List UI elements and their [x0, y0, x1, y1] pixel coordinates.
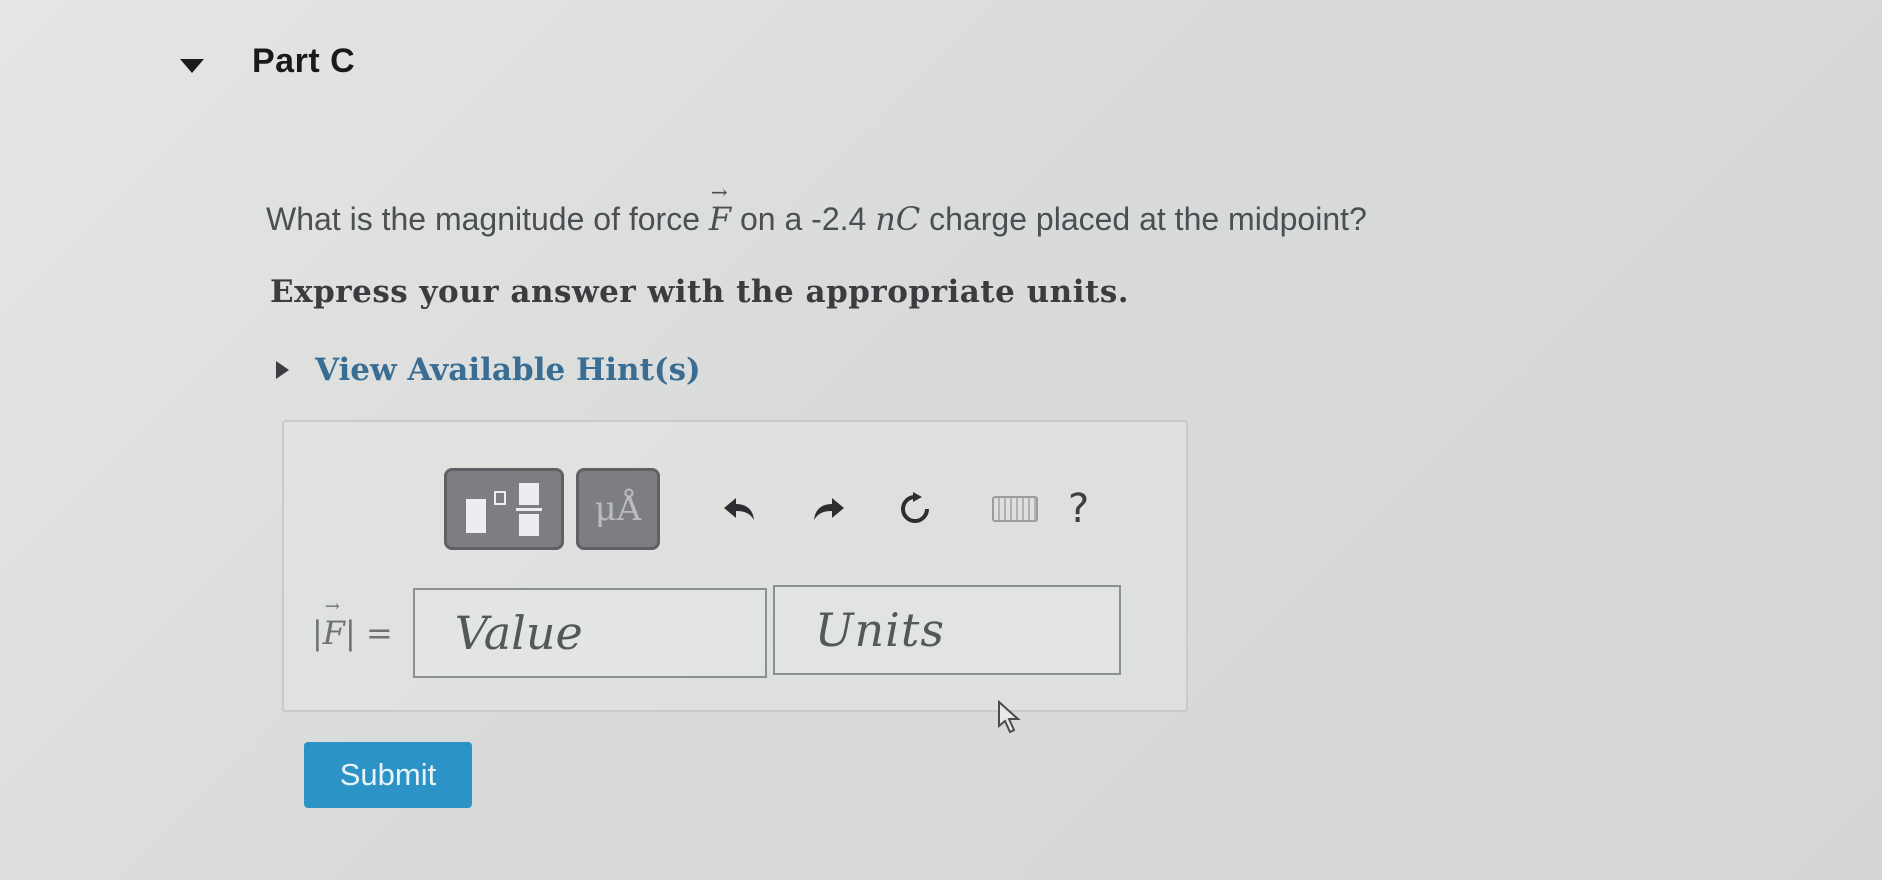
redo-icon[interactable] — [810, 494, 846, 524]
collapse-triangle-icon[interactable] — [180, 58, 204, 73]
question-suffix: charge placed at the midpoint? — [920, 201, 1367, 237]
question-middle: on a -2.4 — [731, 201, 876, 237]
submit-button[interactable]: Submit — [304, 742, 472, 808]
variable-label: |F| = — [312, 596, 393, 652]
force-vector-symbol: F — [709, 180, 731, 238]
units-button[interactable]: μÅ — [576, 468, 660, 550]
math-toolbar: μÅ ? — [444, 468, 1089, 550]
answer-input-row: |F| = — [312, 585, 1121, 678]
mouse-pointer-icon — [996, 699, 1026, 741]
expand-triangle-icon[interactable] — [276, 361, 289, 379]
reset-icon[interactable] — [898, 492, 932, 526]
question-prefix: What is the magnitude of force — [266, 201, 709, 237]
part-title: Part C — [252, 42, 356, 80]
units-button-label: μÅ — [594, 489, 642, 529]
undo-icon[interactable] — [722, 494, 758, 524]
equals-sign: = — [365, 614, 393, 652]
value-input[interactable] — [412, 588, 767, 678]
view-hints-link[interactable]: View Available Hint(s) — [315, 352, 701, 388]
answer-instruction: Express your answer with the appropriate… — [270, 274, 1130, 310]
units-input[interactable] — [772, 585, 1121, 675]
template-box-icon — [466, 499, 486, 533]
template-fraction-icon — [516, 482, 542, 536]
template-superscript-icon — [494, 491, 506, 505]
variable-vector-symbol: F — [323, 596, 345, 652]
keyboard-icon[interactable] — [992, 496, 1038, 522]
help-icon[interactable]: ? — [1068, 486, 1089, 532]
question-text: What is the magnitude of force F on a -2… — [266, 180, 1367, 238]
templates-button[interactable] — [444, 468, 564, 550]
answer-panel: μÅ ? |F| = — [282, 420, 1188, 712]
hints-toggle[interactable]: View Available Hint(s) — [276, 352, 701, 388]
charge-unit-symbol: nC — [875, 200, 921, 238]
part-header[interactable]: Part C — [180, 42, 355, 81]
